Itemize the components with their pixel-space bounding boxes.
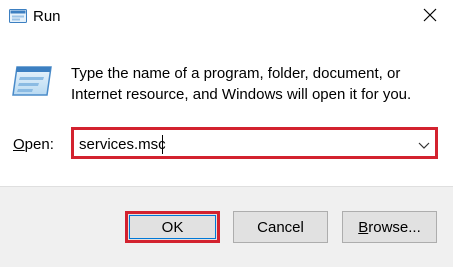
- run-app-icon: [9, 9, 27, 23]
- browse-button[interactable]: Browse...: [342, 211, 437, 243]
- text-caret: [162, 135, 163, 154]
- close-icon: [423, 8, 437, 27]
- open-label-text: pen:: [24, 136, 54, 153]
- dialog-description: Type the name of a program, folder, docu…: [71, 65, 412, 103]
- window-title: Run: [33, 8, 61, 25]
- ok-button[interactable]: OK: [125, 211, 220, 243]
- browse-button-label: Browse...: [358, 219, 421, 236]
- title-bar: Run: [0, 0, 453, 34]
- open-combobox[interactable]: services.msc: [71, 127, 438, 159]
- cancel-button-label: Cancel: [257, 218, 304, 236]
- cancel-button[interactable]: Cancel: [233, 211, 328, 243]
- close-button[interactable]: [407, 0, 453, 34]
- open-input[interactable]: services.msc: [79, 135, 166, 155]
- open-label-mnemonic: O: [13, 136, 25, 153]
- browse-mnemonic: B: [358, 218, 369, 236]
- browse-label-text: rowse...: [368, 218, 421, 236]
- ok-button-label: OK: [161, 218, 184, 236]
- chevron-down-icon[interactable]: [417, 138, 431, 149]
- open-label: Open:: [13, 135, 54, 155]
- program-window-icon: [11, 63, 53, 99]
